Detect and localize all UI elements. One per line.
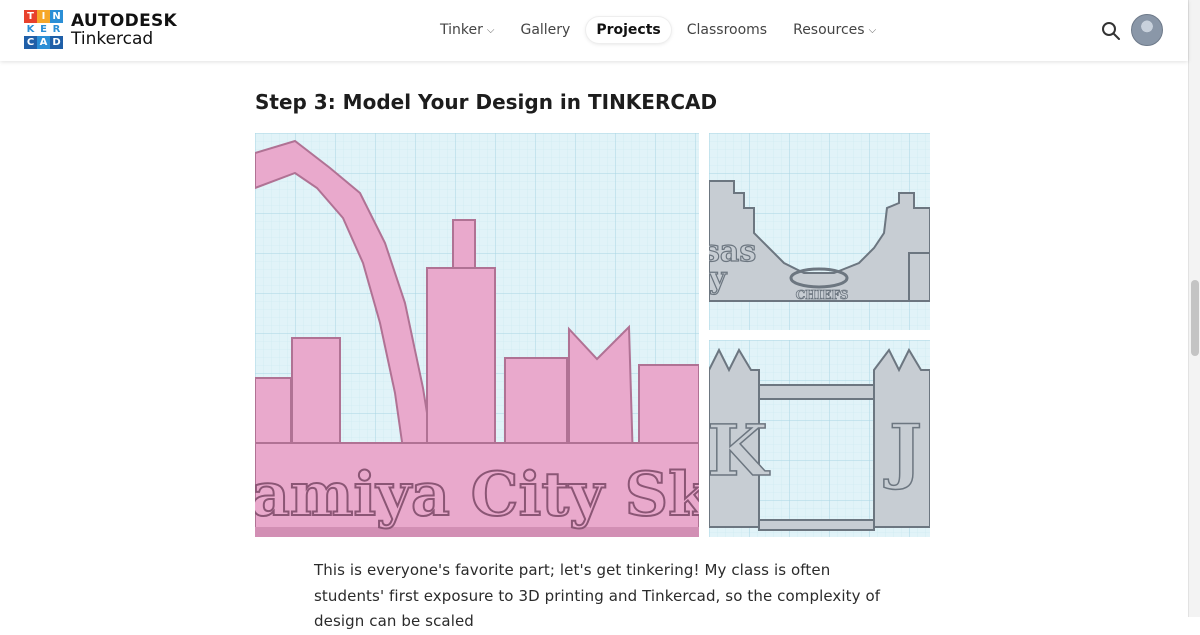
nav-projects[interactable]: Projects [586,17,671,43]
logo-brand: AUTODESK [71,11,178,31]
user-avatar[interactable] [1131,14,1163,46]
logo-letter: A [37,36,50,49]
chevron-down-icon: ⌵ [486,24,495,36]
nav-label: Tinker [440,22,483,38]
letters-design-image: K J [709,340,930,537]
plate-text-2: y [709,261,728,296]
nav-label: Classrooms [686,22,768,38]
nav-label: Resources [793,22,865,38]
logo-letter: C [24,36,37,49]
letter-right: J [883,409,922,492]
logo-letter: I [37,10,50,23]
logo-letter: E [37,23,50,36]
chiefs-text: CHIEFS [796,288,849,302]
stadium-design-image: CHIEFS sas y [709,133,930,330]
logo-letter: K [24,23,37,36]
main-nav: Tinker ⌵ Gallery Projects Classrooms Res… [430,17,886,43]
nav-tinker[interactable]: Tinker ⌵ [430,17,504,43]
tinkercad-logo[interactable]: T I N K E R C A D AUTODESK Tinkercad [24,10,178,50]
nav-label: Gallery [520,22,571,38]
logo-letter: R [50,23,63,36]
logo-grid: T I N K E R C A D [24,10,63,49]
top-header: T I N K E R C A D AUTODESK Tinkercad Tin… [0,0,1188,61]
logo-letter: D [50,36,63,49]
skyline-design-image: amiya City Skylin [255,133,699,537]
search-icon[interactable] [1101,21,1121,41]
logo-letter: N [50,10,63,23]
chevron-down-icon: ⌵ [868,24,877,36]
nav-gallery[interactable]: Gallery [510,17,580,43]
nav-resources[interactable]: Resources ⌵ [783,17,886,43]
page-scrollbar[interactable] [1188,0,1200,617]
nav-label: Projects [596,22,661,38]
letter-left: K [709,409,770,492]
skyline-plate-text: amiya City Skylin [255,460,699,530]
nav-classrooms[interactable]: Classrooms [677,17,777,43]
step-title: Step 3: Model Your Design in TINKERCAD [255,90,718,114]
step-description: This is everyone's favorite part; let's … [314,561,881,630]
logo-letter: T [24,10,37,23]
scrollbar-thumb[interactable] [1191,280,1199,356]
logo-product: Tinkercad [71,29,154,49]
